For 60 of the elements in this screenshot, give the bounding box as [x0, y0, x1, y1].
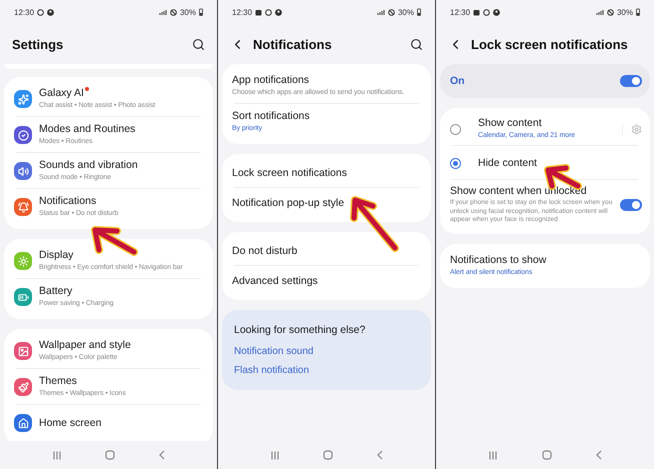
- screen-title: Settings: [12, 36, 64, 52]
- setting-title: Battery: [39, 285, 74, 298]
- setting-title: Do not disturb: [232, 245, 298, 257]
- setting-title: App notifications: [232, 74, 310, 86]
- search-icon[interactable]: [410, 38, 423, 50]
- toggle-switch[interactable]: [620, 198, 642, 211]
- screen-title: Notifications: [253, 36, 333, 52]
- radio-button[interactable]: [450, 158, 461, 168]
- home-icon[interactable]: [105, 450, 116, 460]
- settings-item[interactable]: Advanced settings: [222, 266, 431, 296]
- battery-icon: [417, 8, 421, 16]
- battery-icon: [199, 8, 203, 16]
- radio-button[interactable]: [450, 124, 461, 134]
- settings-item[interactable]: Lock screen notifications: [222, 158, 431, 188]
- setting-title: Display: [39, 249, 74, 262]
- setting-title: Galaxy AI: [39, 87, 205, 100]
- option-title: Show content: [478, 117, 543, 130]
- setting-title: Wallpaper and style: [39, 339, 132, 352]
- do-not-disturb-icon: [388, 8, 395, 16]
- setting-title: Notification pop-up style: [232, 197, 346, 209]
- setting-title: Sort notifications: [232, 110, 311, 122]
- do-not-disturb-icon: [606, 8, 614, 16]
- setting-title: Themes: [39, 375, 78, 388]
- status-time: 12:30: [450, 8, 470, 16]
- recents-icon[interactable]: [488, 450, 498, 460]
- master-switch-label: On: [450, 75, 466, 87]
- status-time: 12:30: [14, 8, 34, 16]
- status-time: 12:30: [232, 8, 252, 16]
- battery-percent: 30%: [180, 8, 196, 16]
- setting-title: Modes and Routines: [39, 123, 136, 136]
- suggestion-link[interactable]: Notification sound: [222, 342, 431, 361]
- setting-title: Home screen: [39, 417, 102, 429]
- do-not-disturb-icon: [170, 8, 177, 16]
- setting-title: Notifications: [39, 195, 98, 208]
- screen-title: Lock screen notifications: [471, 36, 629, 52]
- option-title: Hide content: [478, 157, 538, 169]
- setting-title: Advanced settings: [232, 275, 319, 287]
- settings-item[interactable]: Home screen: [4, 405, 213, 441]
- home-icon[interactable]: [323, 450, 334, 460]
- person-icon: [493, 8, 500, 16]
- person-icon: [47, 8, 54, 16]
- settings-icon[interactable]: [622, 124, 642, 134]
- settings-item[interactable]: Do not disturb: [222, 236, 431, 266]
- battery-icon: [636, 8, 640, 16]
- annotation-arrow: [91, 226, 138, 256]
- person-icon: [275, 8, 282, 16]
- recents-icon[interactable]: [270, 450, 280, 460]
- battery-percent: 30%: [398, 8, 414, 16]
- annotation-arrow: [350, 196, 399, 252]
- suggestion-link[interactable]: Flash notification: [222, 361, 431, 380]
- settings-item[interactable]: Notification pop-up style: [222, 188, 431, 218]
- home-icon[interactable]: [542, 450, 552, 460]
- setting-title: Notifications to show: [450, 254, 548, 266]
- search-icon[interactable]: [192, 38, 205, 50]
- recents-icon[interactable]: [52, 450, 62, 460]
- setting-title: Lock screen notifications: [232, 167, 348, 179]
- setting-title: Sounds and vibration: [39, 159, 139, 172]
- toggle-switch[interactable]: [620, 75, 642, 87]
- battery-percent: 30%: [616, 8, 633, 16]
- suggestion-heading: Looking for something else?: [233, 323, 366, 338]
